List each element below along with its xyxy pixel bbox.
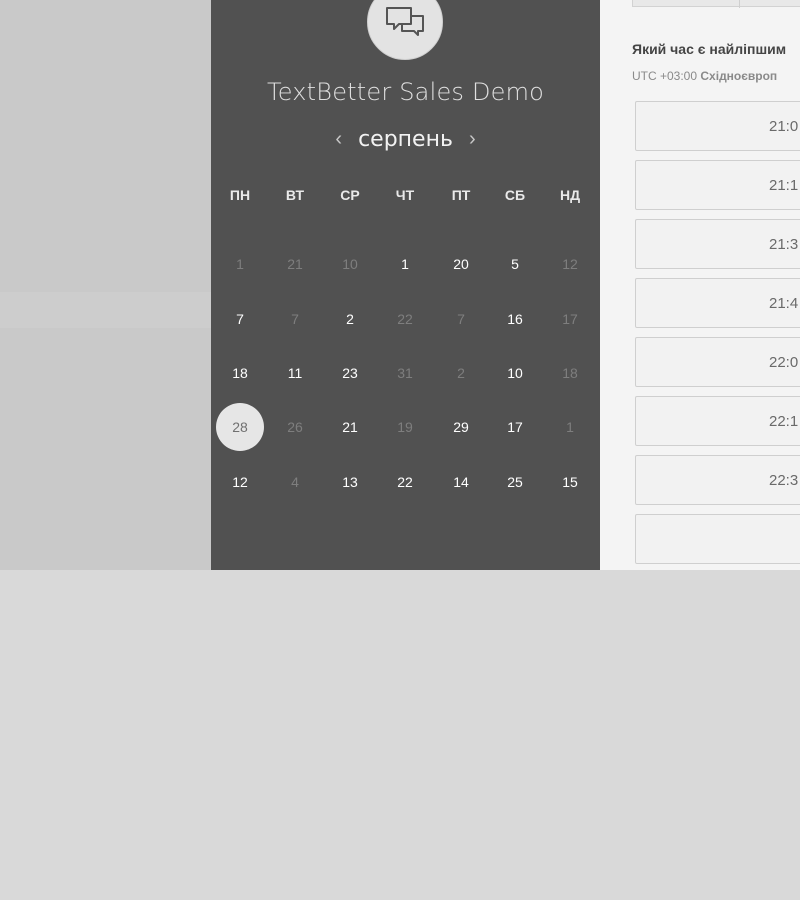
calendar-day: 7: [457, 311, 465, 327]
timezone-name: Східноєвроп: [700, 69, 778, 83]
weekday-label: ПТ: [451, 187, 471, 203]
time-question: Який час є найліпшим: [632, 41, 787, 57]
calendar-day[interactable]: 21: [330, 407, 370, 447]
timezone-offset: UTC +03:00: [632, 69, 698, 83]
calendar-day[interactable]: 18: [220, 353, 260, 393]
calendar-day: 22: [397, 311, 413, 327]
calendar-day[interactable]: 5: [495, 244, 535, 284]
event-calendar-panel: TextBetter Sales Demo ‹ серпень › ПН ВТ СР…: [211, 0, 600, 570]
calendar-day[interactable]: 2: [330, 299, 370, 339]
time-slot-button[interactable]: 21:3: [635, 219, 800, 269]
month-navigation: ‹ серпень ›: [211, 124, 600, 154]
tab-divider: [739, 0, 740, 8]
calendar-day: 1: [236, 256, 244, 272]
weekday-label: ПН: [229, 187, 251, 203]
event-avatar: [367, 0, 443, 60]
view-tabs[interactable]: [632, 0, 800, 8]
calendar-day: 26: [287, 419, 303, 435]
weekday-label: СР: [340, 187, 360, 203]
time-slot-label: 21:1: [769, 177, 799, 194]
calendar-day: 7: [291, 311, 299, 327]
calendar-day[interactable]: 11: [275, 353, 315, 393]
calendar-day[interactable]: 7: [220, 299, 260, 339]
background-band: [0, 292, 211, 328]
calendar-day[interactable]: 29: [441, 407, 481, 447]
chat-bubbles-icon: [386, 7, 424, 36]
calendar-day: 17: [562, 311, 578, 327]
page-background-lower: [0, 570, 800, 900]
calendar-day[interactable]: 16: [495, 299, 535, 339]
calendar-day[interactable]: 13: [330, 462, 370, 502]
next-month-button[interactable]: ›: [469, 129, 476, 149]
timezone-label[interactable]: UTC +03:00 Східноєвроп: [632, 69, 777, 83]
calendar-day: 4: [291, 474, 299, 490]
time-slot-button[interactable]: 22:3: [635, 455, 800, 505]
time-slot-button[interactable]: 21:4: [635, 278, 800, 328]
weekday-label: ЧТ: [395, 187, 415, 203]
time-slot-label: 21:0: [769, 118, 799, 135]
calendar-day: 19: [397, 419, 413, 435]
calendar-day: 10: [342, 256, 358, 272]
previous-month-button[interactable]: ‹: [335, 129, 342, 149]
event-title: TextBetter Sales Demo: [266, 78, 545, 106]
time-slot-button[interactable]: 21:1: [635, 160, 800, 210]
weekday-label: ВТ: [285, 187, 305, 203]
calendar-day: 2: [457, 365, 465, 381]
time-slot-label: 22:0: [769, 354, 799, 371]
calendar-day[interactable]: 12: [220, 462, 260, 502]
weekday-label: СБ: [504, 187, 526, 203]
calendar-day[interactable]: 22: [385, 462, 425, 502]
calendar-day: 21: [287, 256, 303, 272]
time-slot-button[interactable]: 22:1: [635, 396, 800, 446]
calendar-day: 12: [562, 256, 578, 272]
calendar-day: 1: [566, 419, 574, 435]
calendar-day[interactable]: 25: [495, 462, 535, 502]
calendar-day[interactable]: 17: [495, 407, 535, 447]
calendar-day[interactable]: 14: [441, 462, 481, 502]
calendar-day: 18: [562, 365, 578, 381]
calendar-day[interactable]: 10: [495, 353, 535, 393]
calendar-day[interactable]: 23: [330, 353, 370, 393]
time-slot-label: 22:3: [769, 472, 799, 489]
time-slot-button[interactable]: 22:0: [635, 337, 800, 387]
calendar-day[interactable]: 1: [385, 244, 425, 284]
time-slot-label: 21:4: [769, 295, 799, 312]
time-slot-button-partial[interactable]: [635, 514, 800, 564]
calendar-day[interactable]: 15: [550, 462, 590, 502]
weekday-label: НД: [559, 187, 581, 203]
calendar-day[interactable]: 20: [441, 244, 481, 284]
calendar-day-selected[interactable]: 28: [216, 403, 264, 451]
time-slot-label: 21:3: [769, 236, 799, 253]
month-label: серпень: [358, 126, 453, 152]
time-selection-panel: Який час є найліпшим UTC +03:00 Східноєв…: [600, 0, 800, 570]
time-slot-button[interactable]: 21:0: [635, 101, 800, 151]
time-slot-label: 22:1: [769, 413, 799, 430]
calendar-day: 31: [397, 365, 413, 381]
